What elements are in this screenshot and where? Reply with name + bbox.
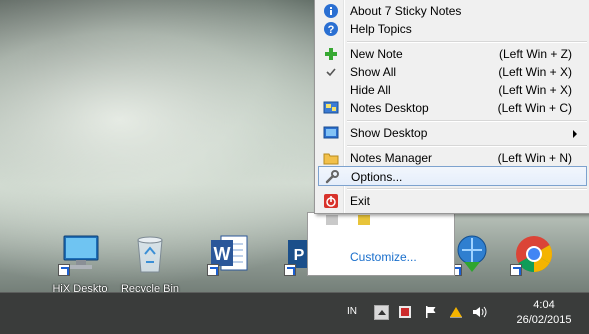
menu-item-show-all[interactable]: Show All (Left Win + X): [318, 62, 587, 82]
menu-item-label: About 7 Sticky Notes: [350, 4, 462, 18]
desktop-icon-chrome[interactable]: [496, 232, 568, 292]
network-warning-icon[interactable]: [448, 305, 464, 319]
menu-item-notes-desktop[interactable]: Notes Desktop (Left Win + C): [318, 98, 587, 118]
clock-date: 26/02/2015: [516, 314, 572, 326]
menu-separator: [347, 120, 587, 122]
menu-item-notes-manager[interactable]: Notes Manager (Left Win + N): [318, 148, 587, 168]
notification-overflow-flyout: Customize...: [307, 212, 455, 276]
menu-item-label: Show Desktop: [350, 126, 428, 140]
menu-separator: [347, 145, 587, 147]
desktop-icon-label: HiX Deskto: [52, 283, 108, 292]
sticky-notes-tray-icon[interactable]: [398, 305, 412, 319]
menu-item-shortcut: (Left Win + X): [498, 83, 572, 97]
clock-time: 4:04: [533, 299, 555, 311]
submenu-arrow-icon: [573, 130, 577, 138]
show-hidden-icons-button[interactable]: [374, 305, 389, 320]
menu-item-label: Help Topics: [350, 22, 412, 36]
menu-item-label: Show All: [350, 65, 397, 79]
notes-desktop-icon: [323, 101, 339, 114]
svg-text:W: W: [214, 244, 231, 264]
tray-icon[interactable]: [358, 215, 370, 225]
svg-text:P: P: [294, 247, 305, 264]
shortcut-arrow-icon: [284, 264, 296, 276]
plus-icon: [325, 48, 337, 60]
system-clock[interactable]: 4:04 26/02/2015: [505, 298, 583, 328]
customize-link[interactable]: Customize...: [350, 250, 417, 264]
tray-icon[interactable]: [326, 215, 338, 225]
menu-item-hide-all[interactable]: Hide All (Left Win + X): [318, 80, 587, 100]
menu-item-shortcut: (Left Win + C): [497, 101, 572, 115]
wrench-icon: [325, 170, 339, 184]
menu-separator: [347, 41, 587, 43]
menu-item-show-desktop[interactable]: Show Desktop: [318, 123, 587, 143]
volume-icon[interactable]: [472, 305, 488, 319]
desktop-icon-computer[interactable]: HiX Deskto: [44, 232, 116, 292]
menu-item-shortcut: (Left Win + N): [497, 151, 572, 165]
menu-item-label: Hide All: [350, 83, 391, 97]
menu-item-label: Options...: [351, 170, 403, 184]
checkmark-icon: [326, 68, 336, 77]
menu-item-label: Notes Manager: [350, 151, 433, 165]
menu-item-label: Notes Desktop: [350, 101, 429, 115]
language-indicator[interactable]: IN: [347, 306, 357, 317]
help-icon: ?: [324, 22, 338, 36]
desktop-icon-label: Recycle Bin: [120, 283, 180, 292]
menu-item-options[interactable]: Options...: [318, 166, 587, 186]
desktop-icon-word[interactable]: W: [193, 232, 265, 292]
shortcut-arrow-icon: [207, 264, 219, 276]
sticky-notes-context-menu: About 7 Sticky Notes ? Help Topics New N…: [314, 0, 589, 214]
shortcut-arrow-icon: [58, 264, 70, 276]
menu-separator: [347, 188, 587, 190]
desktop: HiX Deskto Recycle Bin W P Customize... …: [0, 0, 589, 292]
menu-item-exit[interactable]: Exit: [318, 191, 587, 211]
recycle-bin-icon: [137, 236, 163, 273]
power-icon: [324, 194, 338, 208]
show-desktop-icon: [323, 126, 339, 139]
menu-item-shortcut: (Left Win + X): [498, 65, 572, 79]
folder-icon: [323, 153, 339, 165]
shortcut-arrow-icon: [510, 264, 522, 276]
menu-item-help-topics[interactable]: ? Help Topics: [318, 19, 587, 39]
menu-item-label: Exit: [350, 194, 371, 208]
info-icon: [324, 4, 338, 18]
desktop-icon-recycle-bin[interactable]: Recycle Bin: [114, 232, 186, 292]
menu-item-new-note[interactable]: New Note (Left Win + Z): [318, 44, 587, 64]
action-center-flag-icon[interactable]: [424, 305, 438, 319]
menu-item-label: New Note: [350, 47, 403, 61]
taskbar: [0, 292, 589, 334]
menu-item-shortcut: (Left Win + Z): [498, 47, 572, 61]
menu-item-about[interactable]: About 7 Sticky Notes: [318, 1, 587, 21]
svg-text:?: ?: [328, 24, 335, 36]
